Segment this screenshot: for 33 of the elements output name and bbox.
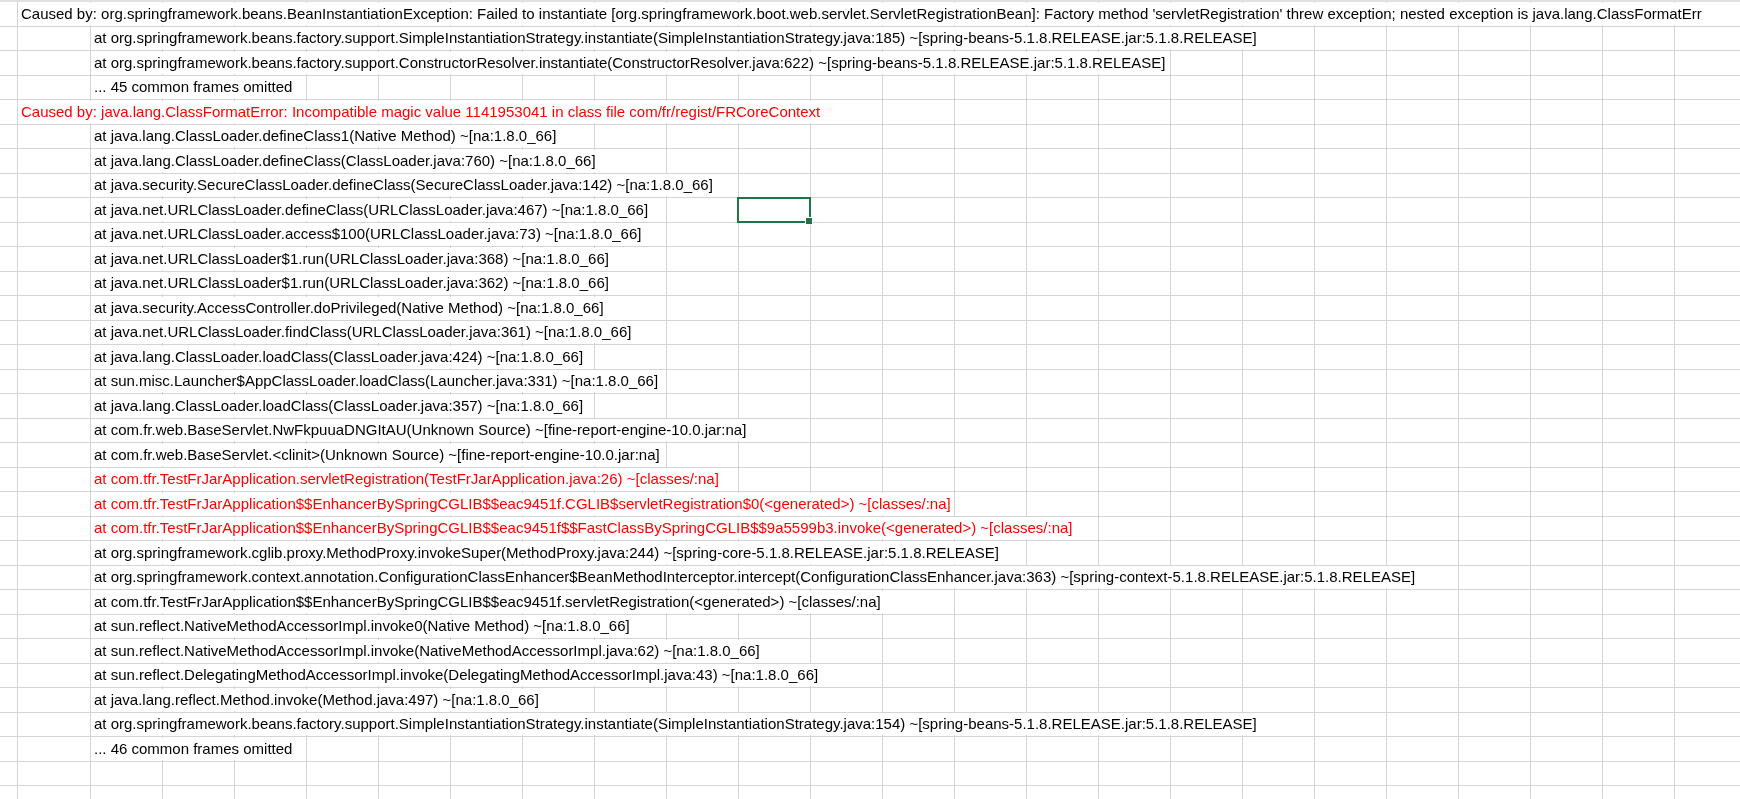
cell-text: at java.net.URLClassLoader$1.run(URLClassLoader.java:368) ~[na:1.8.0_66]: [92, 247, 611, 270]
cell-text: at java.net.URLClassLoader.defineClass(URLClassLoader.java:467) ~[na:1.8.0_66]: [92, 198, 651, 221]
cell-text: at java.net.URLClassLoader.access$100(URLClassLoader.java:73) ~[na:1.8.0_66]: [92, 223, 644, 246]
cell-text: at com.fr.web.BaseServlet.<clinit>(Unknown Source) ~[fine-report-engine-10.0.jar:na]: [92, 443, 662, 466]
cell-text: at org.springframework.beans.factory.support.SimpleInstantiationStrategy.instantiate(SimpleInstantiationStrategy.java:185) ~[spring-beans-5.1.8.RELEASE.jar:5.1.8.RELEASE]: [92, 27, 1259, 50]
cell-text: at com.tfr.TestFrJarApplication$$EnhancerBySpringCGLIB$$eac9451f.servletRegistration(<generated>) ~[classes/:na]: [92, 590, 883, 613]
cell-text: at org.springframework.beans.factory.support.ConstructorResolver.instantiate(ConstructorResolver.java:622) ~[spring-beans-5.1.8.RELEASE.jar:5.1.8.RELEASE]: [92, 51, 1168, 74]
cell-text: Caused by: org.springframework.beans.BeanInstantiationException: Failed to instantiate [org.springframework.boot.web.servlet.ServletRegistrationBean]: Factory method 'servletRegistration' threw exception; nested exception is java.lang.ClassFormatErr: [19, 2, 1704, 25]
cell-text: at com.tfr.TestFrJarApplication.servletRegistration(TestFrJarApplication.java:26) ~[classes/:na]: [92, 468, 721, 491]
cell-text: at com.tfr.TestFrJarApplication$$EnhancerBySpringCGLIB$$eac9451f.CGLIB$servletRegistration$0(<generated>) ~[classes/:na]: [92, 492, 953, 515]
cell-text: at java.lang.ClassLoader.defineClass(ClassLoader.java:760) ~[na:1.8.0_66]: [92, 149, 598, 172]
cell-text: at sun.misc.Launcher$AppClassLoader.loadClass(Launcher.java:331) ~[na:1.8.0_66]: [92, 370, 661, 393]
fill-handle[interactable]: [805, 217, 813, 225]
cell-text: at sun.reflect.NativeMethodAccessorImpl.invoke(NativeMethodAccessorImpl.java:62) ~[na:1.8.0_66]: [92, 639, 762, 662]
cell-text: at java.net.URLClassLoader$1.run(URLClassLoader.java:362) ~[na:1.8.0_66]: [92, 272, 611, 295]
cell-text: at java.lang.ClassLoader.loadClass(ClassLoader.java:357) ~[na:1.8.0_66]: [92, 394, 586, 417]
cell-text: at org.springframework.context.annotation.ConfigurationClassEnhancer$BeanMethodInterceptor.intercept(ConfigurationClassEnhancer.java:363) ~[spring-context-5.1.8.RELEASE.jar:5.1.8.RELEASE]: [92, 566, 1418, 589]
cell-text: at java.security.AccessController.doPrivileged(Native Method) ~[na:1.8.0_66]: [92, 296, 606, 319]
cell-text: at java.net.URLClassLoader.findClass(URLClassLoader.java:361) ~[na:1.8.0_66]: [92, 321, 634, 344]
cell-text: at com.tfr.TestFrJarApplication$$EnhancerBySpringCGLIB$$eac9451f$$FastClassBySpringCGLIB$$9a5599b3.invoke(<generated>) ~[classes/:na]: [92, 517, 1075, 540]
cell-text: ... 46 common frames omitted: [92, 737, 295, 760]
cell-text: at java.lang.ClassLoader.loadClass(ClassLoader.java:424) ~[na:1.8.0_66]: [92, 345, 586, 368]
cell-text: at java.lang.reflect.Method.invoke(Method.java:497) ~[na:1.8.0_66]: [92, 688, 541, 711]
cell-text: at com.fr.web.BaseServlet.NwFkpuuaDNGItAU(Unknown Source) ~[fine-report-engine-10.0.jar:na]: [92, 419, 749, 442]
cell-text: Caused by: java.lang.ClassFormatError: Incompatible magic value 1141953041 in class file com/fr/regist/FRCoreContext: [19, 100, 823, 123]
cell-text: at sun.reflect.DelegatingMethodAccessorImpl.invoke(DelegatingMethodAccessorImpl.java:43) ~[na:1.8.0_66]: [92, 664, 821, 687]
cell-text: ... 45 common frames omitted: [92, 76, 295, 99]
cell-text: at java.lang.ClassLoader.defineClass1(Native Method) ~[na:1.8.0_66]: [92, 125, 559, 148]
cell-text: at java.security.SecureClassLoader.defineClass(SecureClassLoader.java:142) ~[na:1.8.0_66]: [92, 174, 715, 197]
cell-text: at sun.reflect.NativeMethodAccessorImpl.invoke0(Native Method) ~[na:1.8.0_66]: [92, 615, 632, 638]
cell-text: at org.springframework.cglib.proxy.MethodProxy.invokeSuper(MethodProxy.java:244) ~[spring-core-5.1.8.RELEASE.jar:5.1.8.RELEASE]: [92, 541, 1001, 564]
selected-cell[interactable]: [737, 197, 811, 223]
cell-text: at org.springframework.beans.factory.support.SimpleInstantiationStrategy.instantiate(SimpleInstantiationStrategy.java:154) ~[spring-beans-5.1.8.RELEASE.jar:5.1.8.RELEASE]: [92, 713, 1259, 736]
